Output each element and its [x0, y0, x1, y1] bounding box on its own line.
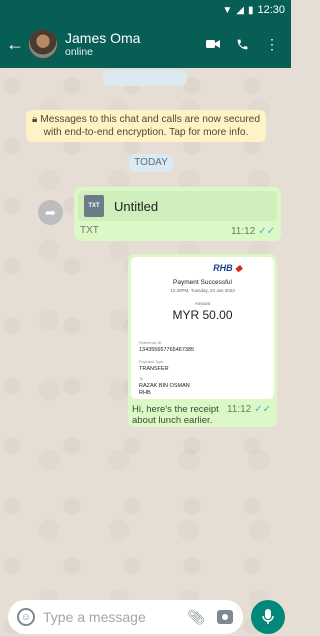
battery-icon: ▮ — [247, 4, 254, 16]
signal-icon: ◢ — [236, 4, 244, 16]
receipt-to-bank: RHB — [139, 390, 151, 396]
receipt-title: Payment Successful — [173, 279, 232, 286]
bank-logo: RHB ◆ — [213, 263, 242, 273]
receipt-amount-label: Amount — [194, 301, 211, 306]
document-type: TXT — [80, 225, 99, 236]
receipt-ref: 134355657765467385 — [139, 347, 195, 353]
file-icon: TXT — [84, 195, 104, 217]
header-actions: ⋮ — [206, 36, 279, 53]
camera-icon[interactable] — [217, 610, 233, 624]
avatar[interactable] — [28, 29, 58, 59]
receipt-ref-label: Reference ID — [139, 341, 162, 345]
contact-status: online — [65, 45, 94, 58]
document-preview[interactable]: TXT Untitled — [78, 191, 277, 221]
message-composer: ☺ Type a message 📎︎ — [8, 600, 243, 634]
encryption-notice[interactable]: 🔒︎ Messages to this chat and calls are n… — [26, 110, 266, 142]
document-message[interactable]: TXT Untitled TXT 11:12 ✓✓ — [74, 187, 281, 241]
mic-icon — [262, 609, 274, 624]
receipt-amount: MYR 50.00 — [172, 308, 233, 322]
contact-info[interactable]: James Oma online — [65, 30, 206, 59]
partial-date-chip — [103, 70, 187, 86]
contact-name: James Oma — [65, 29, 141, 46]
receipt-to-name: RAZAK BIN OSMAN — [139, 383, 190, 389]
image-message[interactable]: RHB ◆ Payment Successful 12:30PM, Tuesda… — [128, 254, 277, 427]
receipt-type: TRANSFER — [139, 366, 169, 372]
image-caption: Hi, here's the receipt about lunch earli… — [132, 404, 219, 426]
read-ticks-icon: ✓✓ — [254, 404, 271, 415]
attach-icon[interactable]: 📎︎ — [187, 609, 205, 626]
chat-header: ← James Oma online ⋮ — [0, 20, 291, 68]
emoji-icon[interactable]: ☺ — [17, 608, 35, 626]
status-time: 12:30 — [257, 4, 285, 16]
status-bar: ▼ ◢ ▮ 12:30 — [0, 0, 291, 20]
encryption-notice-text: Messages to this chat and calls are now … — [40, 114, 260, 138]
document-name: Untitled — [114, 198, 159, 214]
receipt-type-label: Payment Type — [139, 360, 164, 364]
more-options-icon[interactable]: ⋮ — [265, 36, 279, 53]
message-time: 11:12 ✓✓ — [230, 226, 275, 237]
receipt-to-label: To — [139, 377, 144, 381]
forward-icon[interactable]: ➦ — [38, 200, 63, 225]
receipt-image[interactable]: RHB ◆ Payment Successful 12:30PM, Tuesda… — [131, 257, 274, 399]
phone-call-icon[interactable] — [236, 38, 249, 51]
mic-button[interactable] — [251, 600, 285, 634]
back-arrow-icon[interactable]: ← — [4, 34, 26, 55]
video-call-icon[interactable] — [206, 39, 220, 49]
message-time: 11:12 ✓✓ — [226, 404, 271, 415]
read-ticks-icon: ✓✓ — [258, 226, 275, 237]
date-chip: TODAY — [129, 154, 173, 172]
message-input[interactable]: Type a message — [43, 609, 187, 625]
receipt-datetime: 12:30PM, Tuesday, 24 Jan 2023 — [170, 288, 235, 293]
wifi-icon: ▼ — [222, 4, 233, 16]
